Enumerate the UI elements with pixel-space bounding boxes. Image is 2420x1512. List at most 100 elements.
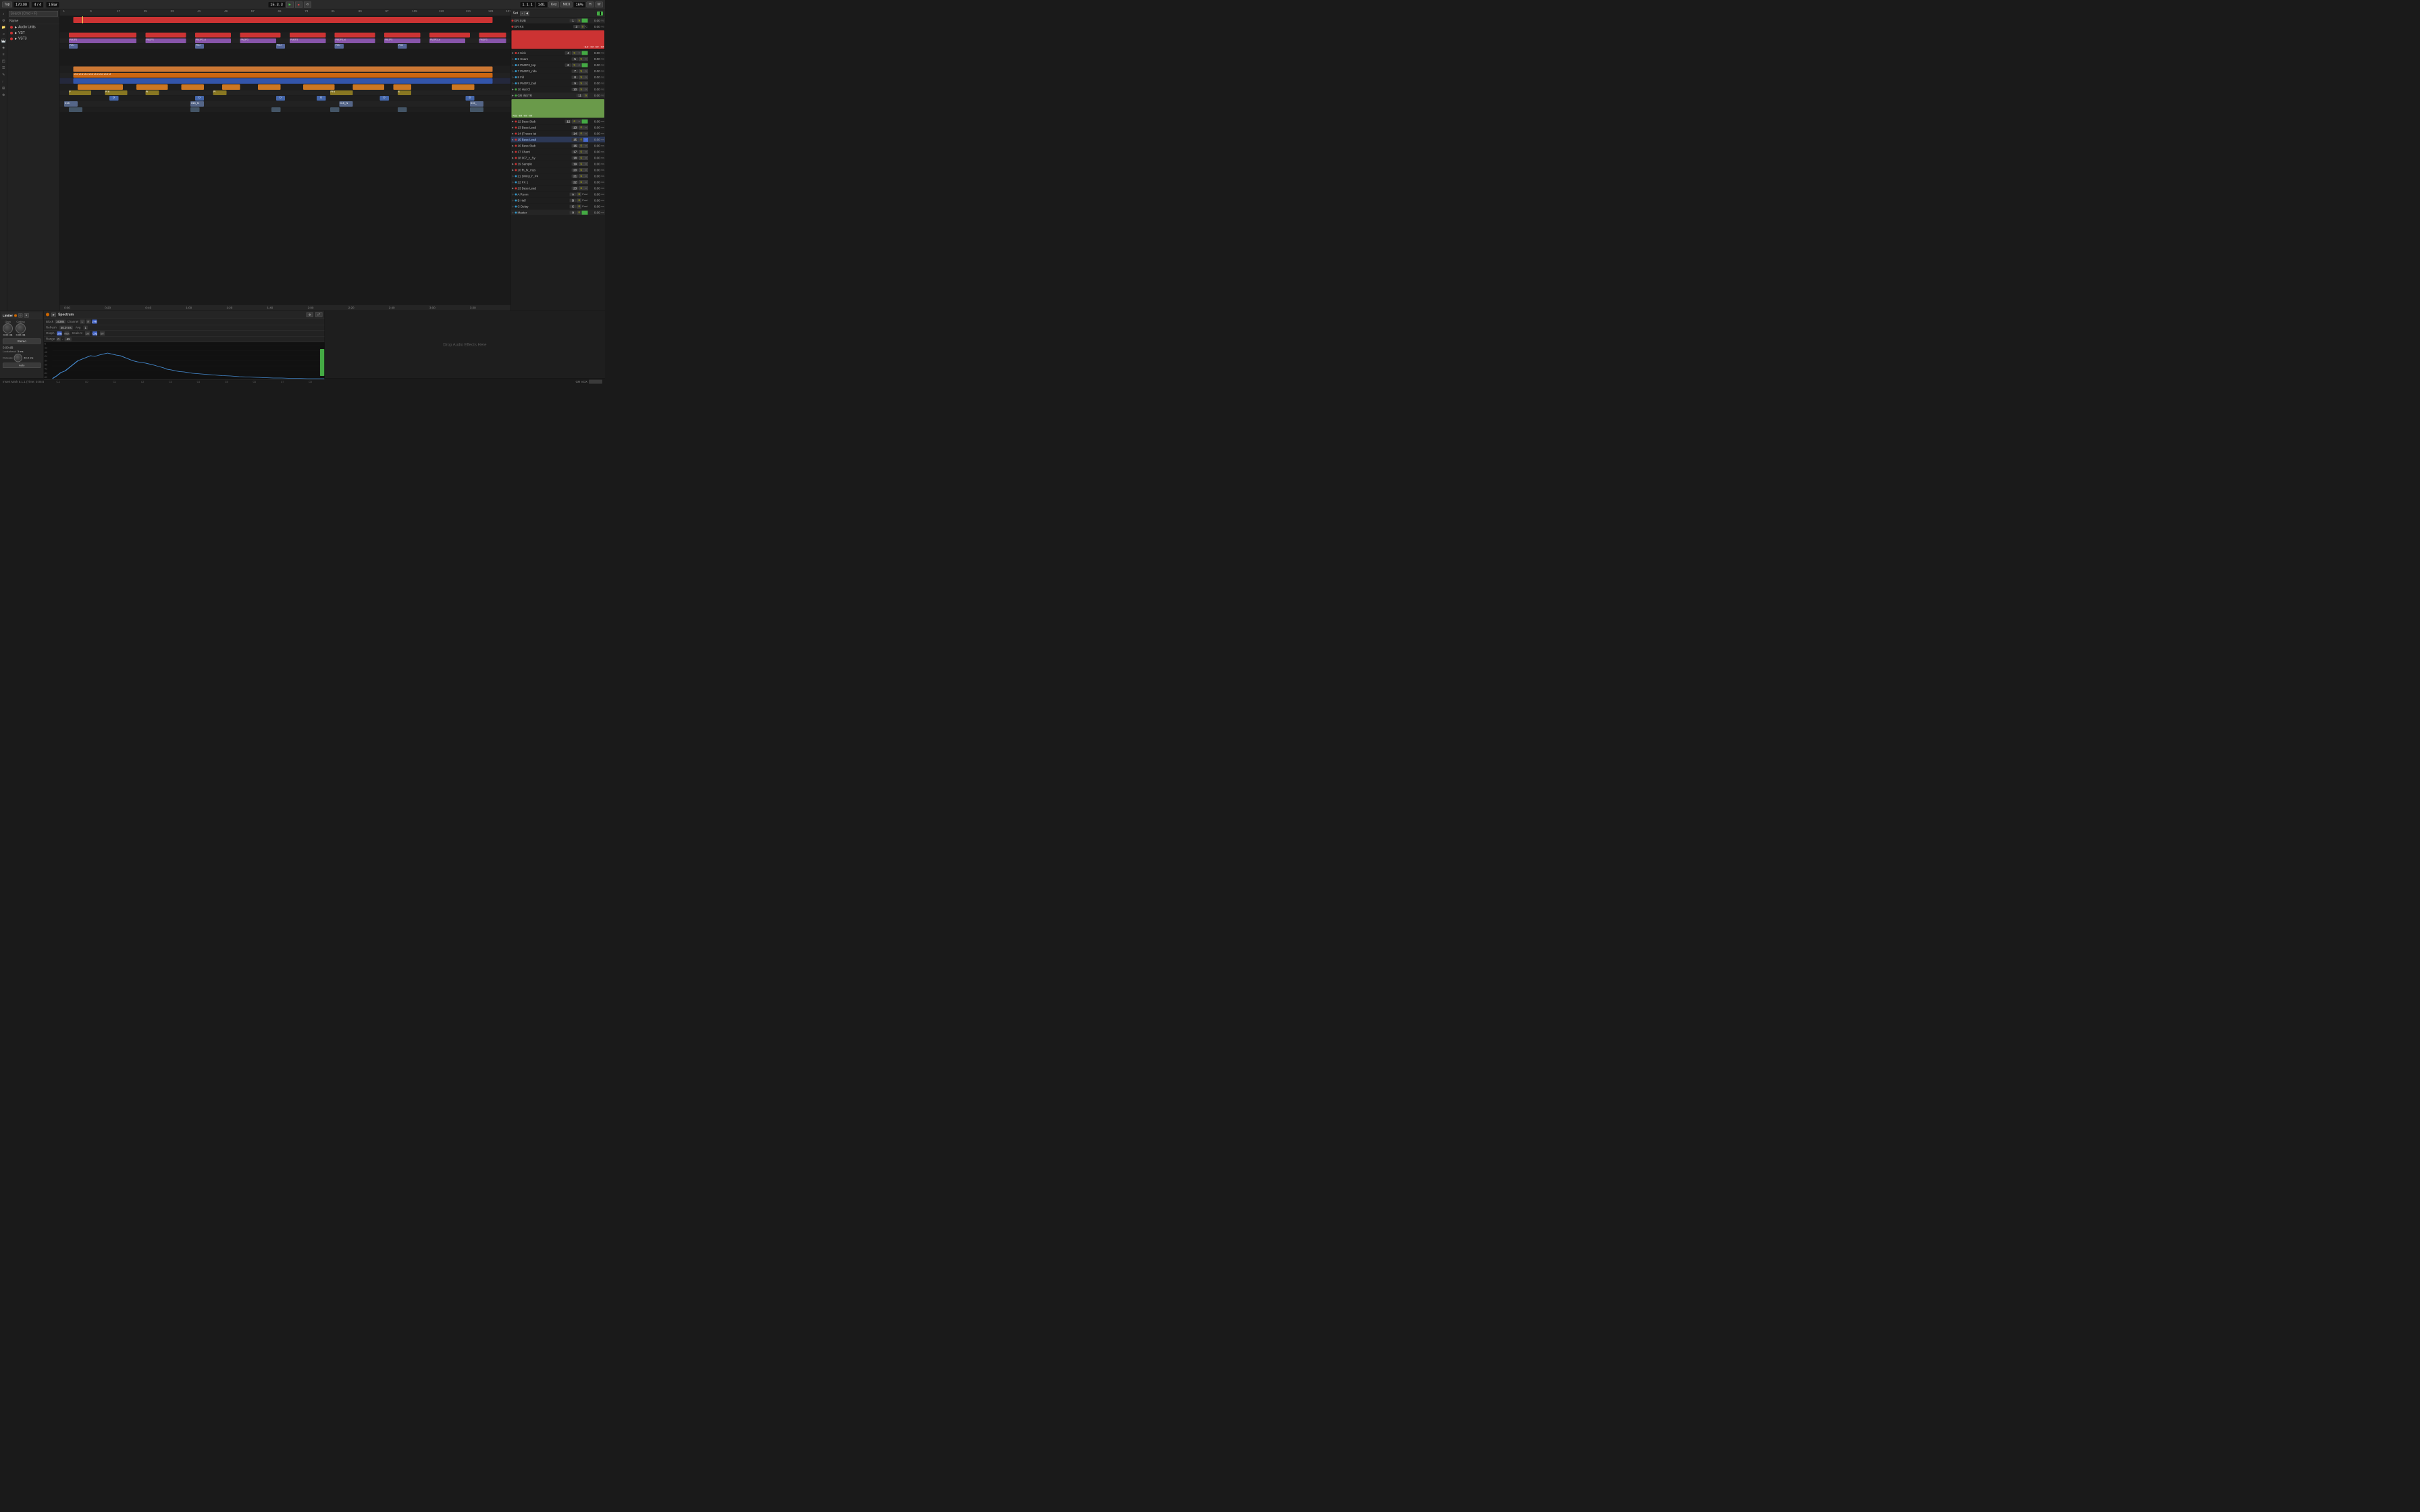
clip-drum1-3[interactable] <box>195 33 231 38</box>
clip-chant-3[interactable] <box>182 84 204 90</box>
clip-drum1-9[interactable] <box>479 33 506 38</box>
ch-20-s[interactable]: S <box>579 168 583 172</box>
clip-015-3[interactable]: 015_N <box>339 101 352 107</box>
ch-lr-btn[interactable]: L+R <box>92 320 97 324</box>
clip-bracket-5[interactable] <box>398 107 406 112</box>
ch-10-m[interactable]: ○ <box>583 87 588 91</box>
mixer-add-btn[interactable]: + <box>520 11 525 16</box>
gr-instr-fader[interactable]: -4.5 -inf -inf -inf <box>512 99 605 118</box>
range-max[interactable]: -65 <box>64 338 72 342</box>
ch-a-room[interactable]: ▷ A Room A S Post 0.00 ms <box>511 192 606 198</box>
ch-8-fill[interactable]: ▷ 8 Fill 8 S ○ 0.00 ms <box>511 74 606 80</box>
ch-23-m[interactable]: ○ <box>583 186 588 190</box>
icon-plugin[interactable]: ⚙ <box>1 18 7 24</box>
icon-piano[interactable]: ♪ <box>1 11 7 17</box>
clip-red-main[interactable] <box>74 17 493 23</box>
ch-5-snare[interactable]: ▷ 5 Snare 5 S ○ 0.00 ms <box>511 56 606 62</box>
clip-drum1-8[interactable] <box>429 33 470 38</box>
sidebar-item-vst3[interactable]: ▶ VST3 <box>7 36 59 42</box>
ch-18-007-sy[interactable]: ▶ 18 007_c_Sy 18 S ○ 0.00 ms <box>511 155 606 161</box>
clip-pmjp3-4[interactable]: PMJP3 <box>240 38 276 43</box>
limiter-gain-knob[interactable] <box>3 323 13 333</box>
ch-19-sample[interactable]: ▶ 19 Sample 19 S ○ 0.00 ms <box>511 161 606 167</box>
tracks-container[interactable]: PMJP3 PMJP3 PMJP3_ri PMJP3 PMJP3 PMJP3_r… <box>60 16 511 304</box>
ch-17-chant[interactable]: ▶ 17 Chant 17 S ○ 0.00 ms <box>511 149 606 155</box>
clip-d-4[interactable]: D <box>317 96 325 101</box>
ch-l-btn[interactable]: L <box>80 320 84 324</box>
clip-015-2[interactable]: 015_N <box>190 101 204 107</box>
graph-line-btn[interactable]: Line <box>57 331 62 335</box>
ch-15-s[interactable]: S <box>579 138 583 142</box>
ch-13-m[interactable]: ○ <box>583 126 588 130</box>
icon-instruments[interactable]: 🎹 <box>1 38 7 44</box>
icon-record[interactable]: ⊕ <box>1 92 7 98</box>
clip-yellow-2[interactable]: Pf ft <box>105 90 127 95</box>
ch-4-kick-s[interactable]: S <box>572 51 577 55</box>
ch-15-m[interactable]: ○ <box>583 138 588 142</box>
ch-gr-instr-s[interactable]: S <box>583 93 588 97</box>
midi-button[interactable]: MIDI <box>560 2 573 8</box>
clip-015-1[interactable]: 015 <box>64 101 78 107</box>
limiter-ceiling-knob[interactable] <box>16 323 26 333</box>
clip-d-1[interactable]: D <box>109 96 118 101</box>
block-val[interactable]: 16384 <box>55 320 66 324</box>
clip-d-2[interactable]: D <box>195 96 204 101</box>
icon-list[interactable]: ☰ <box>1 65 7 71</box>
clip-drum1-2[interactable] <box>145 33 186 38</box>
ch-10-s[interactable]: S <box>579 87 583 91</box>
ch-c-delay-s[interactable]: S <box>577 205 581 209</box>
ch-19-s[interactable]: S <box>579 162 583 166</box>
ch-18-s[interactable]: S <box>579 156 583 160</box>
ch-21-dwilly[interactable]: ▷ 21 DWILLY_P4 21 S ○ 0.00 ms <box>511 173 606 180</box>
ch-14-s[interactable]: S <box>579 132 583 136</box>
ch-b-hall[interactable]: ▷ B Hall B S Post 0.00 ms <box>511 198 606 204</box>
ch-9-m[interactable]: ○ <box>583 81 588 85</box>
ch-14-freeze[interactable]: ▶ 14 (Freeze tai 14 S ○ 0.00 ms <box>511 131 606 137</box>
clip-bracket-4[interactable] <box>330 107 339 112</box>
icon-note[interactable]: ♩ <box>1 78 7 84</box>
ch-9-s[interactable]: S <box>579 81 583 85</box>
spectrum-settings-btn[interactable]: ⚙ <box>306 312 313 317</box>
spectrum-play-btn[interactable]: ▶ <box>51 313 56 317</box>
ch-22-s[interactable]: S <box>579 180 583 184</box>
refresh-val[interactable]: 40.0 ms <box>59 326 73 330</box>
clip-pmjp3-8[interactable]: PMJP3_ri <box>429 38 465 43</box>
search-input[interactable] <box>9 11 58 17</box>
ch-18-m[interactable]: ○ <box>583 156 588 160</box>
clip-drum1-1[interactable] <box>69 33 136 38</box>
avg-val[interactable]: 1 <box>83 326 88 330</box>
ch-19-m[interactable]: ○ <box>583 162 588 166</box>
ch-14-m[interactable]: ○ <box>583 132 588 136</box>
limiter-close-btn[interactable]: ✕ <box>24 313 28 318</box>
clip-pmjp3-1[interactable]: PMJP3 <box>69 38 136 43</box>
clip-d-6[interactable]: D <box>465 96 474 101</box>
clip-bass-lead-long[interactable]: cf cf cf cf cf cf cf cf cf cf cf cf cf c… <box>74 73 493 78</box>
icon-edit[interactable]: ✎ <box>1 72 7 78</box>
ch-6-pmjp3-top[interactable]: ▷ 6 PMJP3_top 6 S ○ 0.00 ms <box>511 62 606 68</box>
ch-b-hall-s[interactable]: S <box>577 198 581 202</box>
ch-gr-ks[interactable]: GR KS 3 S C 0.00 ms <box>511 24 606 30</box>
clip-pmjp3-2[interactable]: PMJP3 <box>145 38 186 43</box>
clip-pmj-2[interactable]: PMJ <box>195 44 204 49</box>
icon-folder[interactable]: 📁 <box>1 24 7 30</box>
ch-16-bass-stab[interactable]: ▶ 16 Bass Stab 16 S ○ 0.00 ms <box>511 143 606 149</box>
clip-pmjp3-6[interactable]: PMJP3_ri <box>335 38 375 43</box>
ch-16-m[interactable]: ○ <box>583 144 588 148</box>
scale-st-btn[interactable]: ST <box>100 331 105 335</box>
clip-pmjp3-5[interactable]: PMJP3 <box>290 38 325 43</box>
bpm-display[interactable]: 170.00 <box>14 2 29 7</box>
scale-log-btn[interactable]: Log <box>93 331 97 335</box>
gr-ks-fader[interactable]: -3.0 -inf -inf -inf <box>512 30 605 49</box>
ch-20-m[interactable]: ○ <box>583 168 588 172</box>
ch-21-s[interactable]: S <box>579 174 583 178</box>
ch-13-bass-lead[interactable]: ▶ 13 Bass Lead 13 S ○ 0.00 ms <box>511 125 606 131</box>
limiter-release-knob[interactable] <box>14 354 23 362</box>
ch-23-bass-lead[interactable]: ▶ 23 Bass Lead 23 S ○ 0.00 ms <box>511 186 606 192</box>
clip-bracket-3[interactable] <box>271 107 280 112</box>
clip-yellow-5[interactable]: Pf ft <box>330 90 352 95</box>
ch-5-snare-m[interactable]: ○ <box>583 57 588 61</box>
tap-button[interactable]: Tap <box>2 2 12 8</box>
ch-17-m[interactable]: ○ <box>583 150 588 154</box>
clip-pmjp3-3[interactable]: PMJP3_ri <box>195 38 231 43</box>
clip-chant-1[interactable] <box>78 84 123 90</box>
